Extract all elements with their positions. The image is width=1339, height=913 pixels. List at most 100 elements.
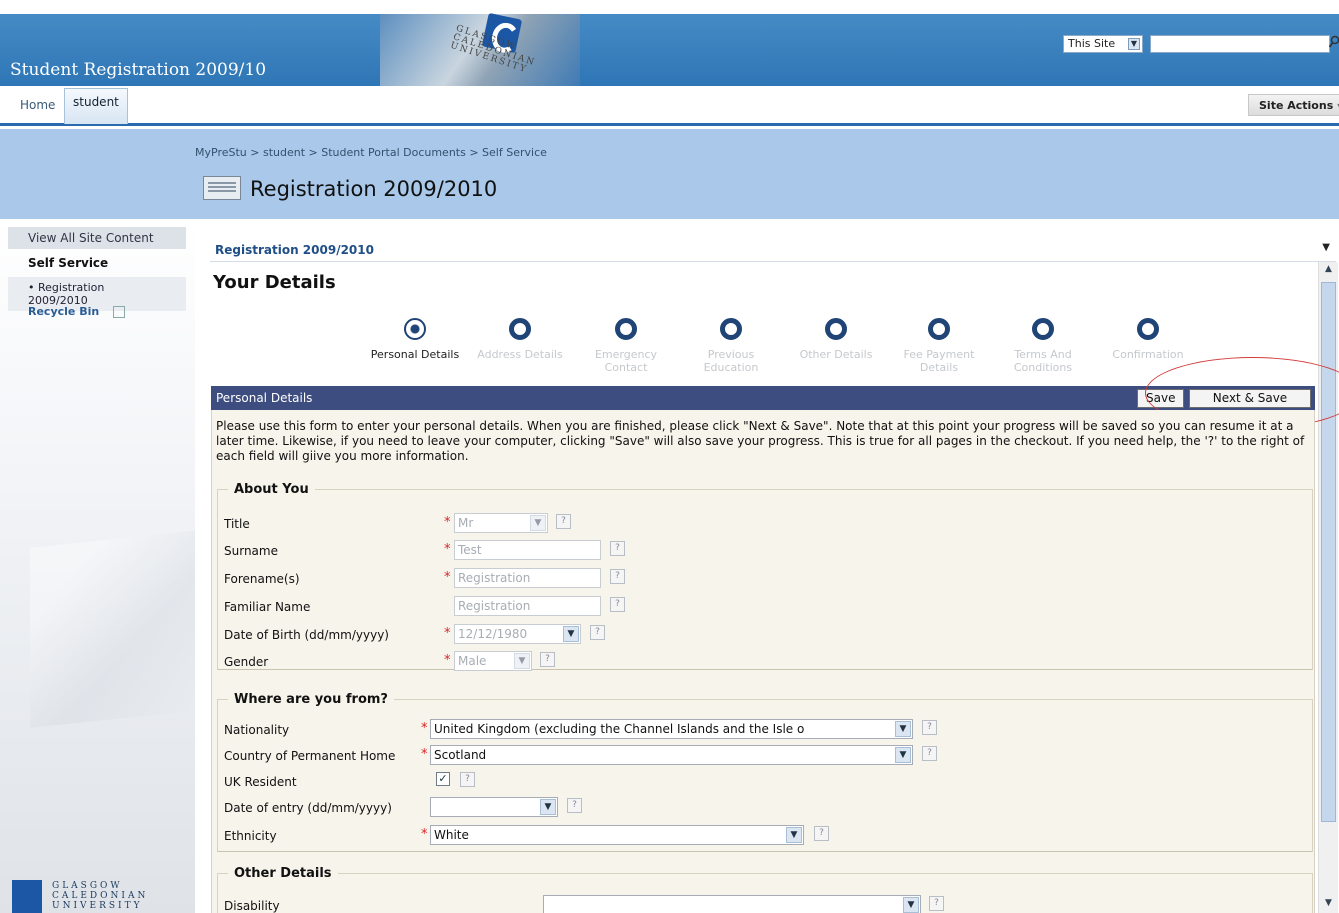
ethnicity-select[interactable]: White ▼: [430, 825, 804, 845]
step-label: Fee Payment Details: [903, 348, 975, 374]
search-scope-value: This Site: [1068, 37, 1116, 50]
recycle-bin-label: Recycle Bin: [28, 305, 100, 318]
help-icon[interactable]: ?: [590, 625, 605, 640]
vertical-scrollbar[interactable]: ▲ ▼: [1318, 262, 1338, 913]
gender-select[interactable]: Male ▼: [454, 651, 532, 671]
field-label: Nationality: [224, 723, 290, 737]
step-label: Emergency Contact: [594, 348, 658, 374]
view-all-site-content-link[interactable]: View All Site Content: [8, 227, 186, 249]
country-of-permanent-home-select[interactable]: Scotland ▼: [430, 745, 913, 765]
tab-home[interactable]: Home: [14, 90, 61, 120]
search-scope-select[interactable]: This Site ▼: [1063, 35, 1143, 53]
field-label: UK Resident: [224, 775, 297, 789]
section-heading: Your Details: [213, 272, 336, 293]
site-actions-label: Site Actions: [1259, 99, 1334, 112]
step-label: Terms And Conditions: [1013, 348, 1073, 374]
step-label: Other Details: [799, 348, 873, 361]
help-icon[interactable]: ?: [460, 772, 475, 787]
uk-resident-checkbox[interactable]: ✓: [436, 772, 450, 786]
required-icon: *: [421, 827, 428, 842]
step-address-details[interactable]: Address Details: [470, 318, 570, 361]
field-label: Ethnicity: [224, 829, 277, 843]
step-circle-icon: [509, 318, 531, 340]
chevron-down-icon: ▼: [786, 827, 802, 843]
step-other-details[interactable]: Other Details: [786, 318, 886, 361]
university-logo-banner: GLASGOW CALEDONIAN UNIVERSITY: [380, 12, 580, 86]
fieldset-about-you: About You Title * Mr ▼ ? Surname * Test …: [217, 482, 1313, 671]
field-label: Familiar Name: [224, 600, 311, 614]
field-label: Gender: [224, 655, 269, 669]
site-title[interactable]: Student Registration 2009/10: [10, 60, 266, 80]
date-of-birth-select[interactable]: 12/12/1980 ▼: [454, 624, 581, 644]
sidebar-heading-self-service[interactable]: Self Service: [8, 252, 186, 274]
help-icon[interactable]: ?: [556, 514, 571, 529]
disability-select[interactable]: ▼: [543, 895, 921, 913]
footer-logo-text: GLASGOW CALEDONIAN UNIVERSITY: [52, 881, 149, 911]
site-actions-menu[interactable]: Site Actions ▼: [1248, 94, 1339, 116]
webpart-title[interactable]: Registration 2009/2010: [215, 243, 374, 257]
webpart-menu-icon[interactable]: ▼: [1322, 242, 1330, 253]
recycle-bin-icon: [113, 306, 126, 318]
step-confirmation[interactable]: Confirmation: [1098, 318, 1198, 361]
chevron-down-icon: ▼: [514, 653, 530, 669]
help-icon[interactable]: ?: [814, 826, 829, 841]
page-title-area: MyPreStu > student > Student Portal Docu…: [0, 129, 1339, 219]
help-icon[interactable]: ?: [929, 896, 944, 911]
step-label: Previous Education: [703, 348, 759, 374]
watermark-logo: [30, 530, 200, 728]
help-icon[interactable]: ?: [540, 652, 555, 667]
step-fee-payment-details[interactable]: Fee Payment Details: [889, 318, 989, 374]
required-icon: *: [444, 626, 451, 641]
help-icon[interactable]: ?: [567, 798, 582, 813]
field-label: Date of Birth (dd/mm/yyyy): [224, 628, 389, 642]
select-value: 12/12/1980: [458, 627, 528, 641]
surname-field[interactable]: Test: [454, 540, 601, 560]
search-input[interactable]: [1150, 35, 1330, 53]
date-of-entry-select[interactable]: ▼: [430, 797, 558, 817]
field-label: Forename(s): [224, 572, 300, 586]
bullet-icon: •: [28, 281, 38, 294]
step-previous-education[interactable]: Previous Education: [681, 318, 781, 374]
help-icon[interactable]: ?: [610, 541, 625, 556]
required-icon: *: [444, 515, 451, 530]
help-icon[interactable]: ?: [610, 597, 625, 612]
step-current-icon: [404, 318, 426, 340]
help-icon[interactable]: ?: [922, 746, 937, 761]
chevron-down-icon: ▼: [903, 897, 919, 913]
page-list-icon: [203, 176, 241, 200]
required-icon: *: [421, 721, 428, 736]
scroll-down-icon[interactable]: ▼: [1322, 898, 1335, 911]
recycle-bin-link[interactable]: Recycle Bin: [8, 301, 186, 322]
field-label: Disability: [224, 899, 280, 913]
step-circle-icon: [928, 318, 950, 340]
tab-student[interactable]: student: [64, 88, 128, 124]
search-icon[interactable]: [1328, 35, 1339, 53]
scroll-up-icon[interactable]: ▲: [1322, 264, 1335, 277]
familiar-name-field[interactable]: Registration: [454, 596, 601, 616]
scroll-thumb[interactable]: [1321, 282, 1336, 822]
step-emergency-contact[interactable]: Emergency Contact: [576, 318, 676, 374]
field-label: Date of entry (dd/mm/yyyy): [224, 801, 392, 815]
breadcrumb[interactable]: MyPreStu > student > Student Portal Docu…: [195, 146, 547, 159]
step-label: Address Details: [477, 348, 563, 361]
fieldset-where-from: Where are you from? Nationality * United…: [217, 692, 1313, 852]
chevron-down-icon: ▼: [563, 626, 579, 642]
title-select[interactable]: Mr ▼: [454, 513, 548, 533]
webpart-title-bar: Registration 2009/2010 ▼: [210, 240, 1336, 262]
field-label: Title: [224, 517, 250, 531]
site-header: Student Registration 2009/10 GLASGOW CAL…: [0, 0, 1339, 86]
step-personal-details[interactable]: Personal Details: [365, 318, 465, 361]
step-terms-and-conditions[interactable]: Terms And Conditions: [993, 318, 1093, 374]
fieldset-other-details: Other Details Disability ▼ ?: [217, 866, 1313, 913]
top-nav-bar: Home student Site Actions ▼: [0, 86, 1339, 126]
help-icon[interactable]: ?: [610, 569, 625, 584]
select-value: Mr: [458, 516, 474, 530]
select-value: Male: [458, 654, 487, 668]
chevron-down-icon: ▼: [895, 721, 911, 737]
nationality-select[interactable]: United Kingdom (excluding the Channel Is…: [430, 719, 913, 739]
forename-field[interactable]: Registration: [454, 568, 601, 588]
quick-launch-sidebar: View All Site Content Self Service • Reg…: [0, 219, 200, 913]
required-icon: *: [444, 542, 451, 557]
fieldset-legend: Other Details: [234, 866, 332, 881]
help-icon[interactable]: ?: [922, 720, 937, 735]
